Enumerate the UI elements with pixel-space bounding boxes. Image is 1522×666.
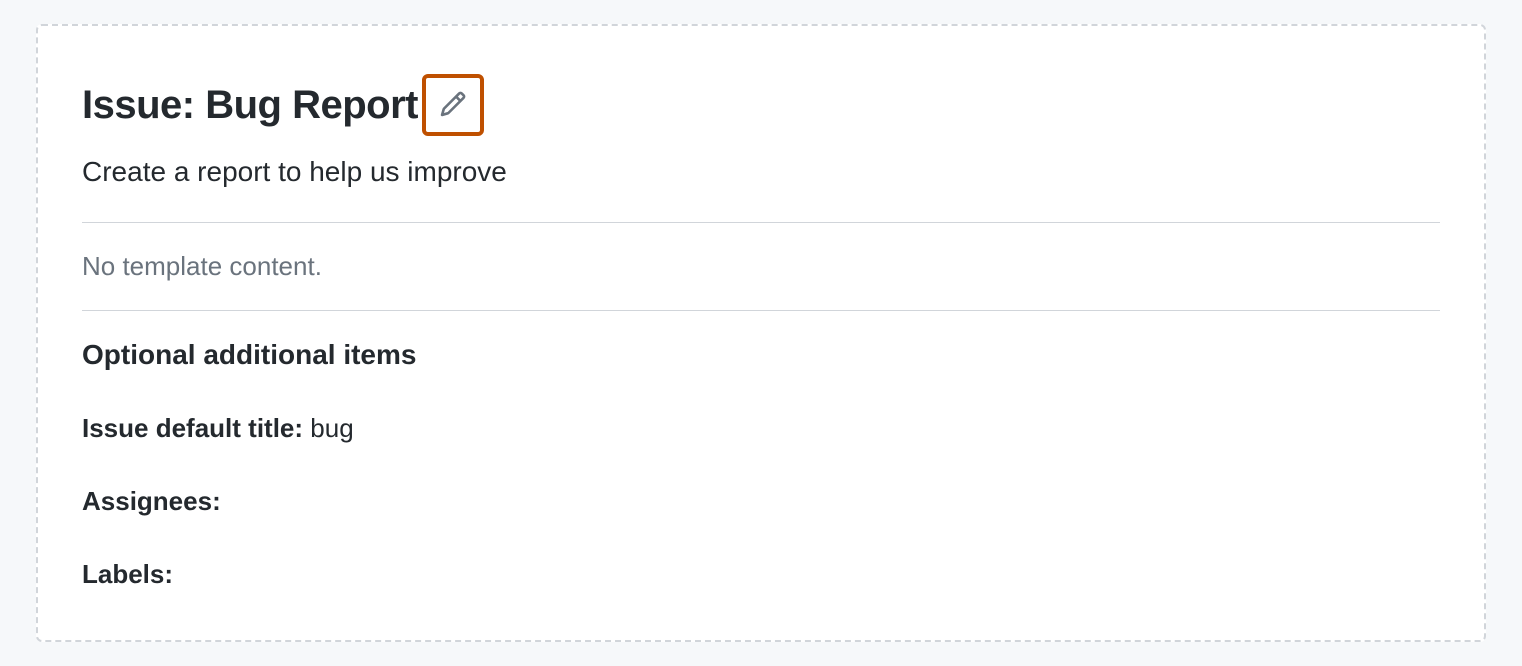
no-template-content: No template content. <box>82 251 1440 282</box>
default-title-label: Issue default title: <box>82 413 303 443</box>
assignees-row: Assignees: <box>82 486 1440 517</box>
title-row: Issue: Bug Report <box>82 74 1440 136</box>
divider <box>82 222 1440 223</box>
default-title-row: Issue default title: bug <box>82 413 1440 444</box>
issue-template-card: Issue: Bug Report Create a report to hel… <box>36 24 1486 642</box>
edit-button[interactable] <box>422 74 484 136</box>
assignees-label: Assignees: <box>82 486 221 516</box>
optional-heading: Optional additional items <box>82 339 1440 371</box>
labels-label: Labels: <box>82 559 173 589</box>
default-title-value: bug <box>310 413 353 443</box>
pencil-icon <box>439 90 467 121</box>
page-title: Issue: Bug Report <box>82 83 418 127</box>
labels-row: Labels: <box>82 559 1440 590</box>
divider <box>82 310 1440 311</box>
template-description: Create a report to help us improve <box>82 156 1440 188</box>
